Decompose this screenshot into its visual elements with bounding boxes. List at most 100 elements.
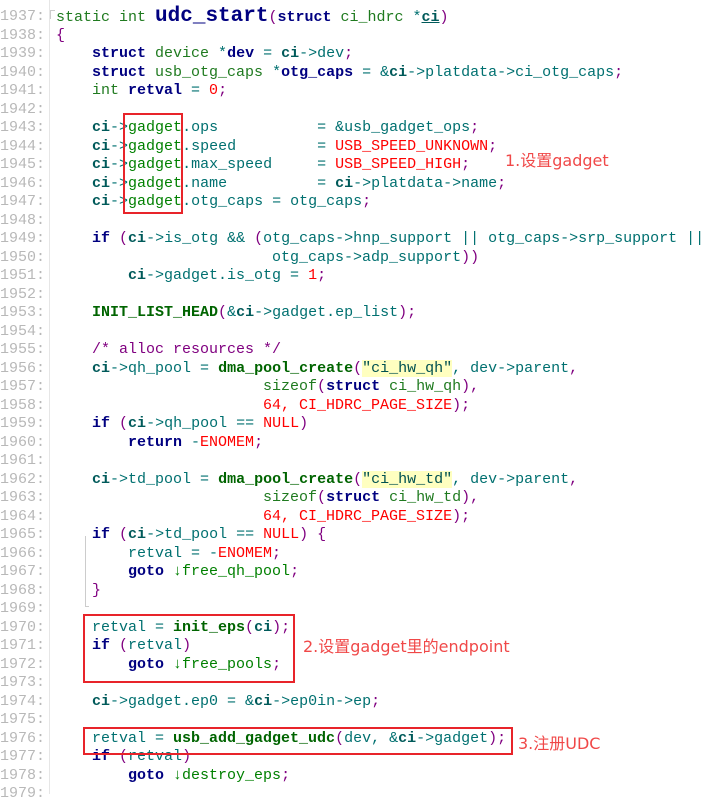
code-token: .ops = &usb_gadget_ops (182, 119, 471, 136)
code-token: ci_hw_td (380, 489, 462, 506)
code-token: { (56, 26, 66, 44)
code-token: ( (110, 415, 129, 432)
code-text: goto ↓free_qh_pool; (56, 563, 299, 582)
code-token: goto (128, 563, 165, 580)
code-text: goto ↓destroy_eps; (56, 767, 290, 786)
code-token: 1 (308, 267, 318, 284)
code-text: ci->gadget.otg_caps = otg_caps; (56, 193, 371, 212)
code-token: ; (461, 156, 471, 173)
code-token: ( (110, 526, 129, 543)
code-token: ENOMEM (200, 433, 255, 451)
code-line[interactable]: 1963: sizeof(struct ci_hw_td), (0, 489, 709, 508)
code-token: sizeof (56, 378, 318, 395)
code-token: * (218, 45, 228, 62)
code-token: ->is_otg && (146, 230, 255, 247)
code-line[interactable]: 1960: return -ENOMEM; (0, 434, 709, 453)
code-token: ->gadget.is_otg = (146, 267, 309, 284)
code-line[interactable]: 1939: struct device *dev = ci->dev; (0, 45, 709, 64)
code-token: ; (281, 766, 291, 784)
code-line[interactable]: 1967: goto ↓free_qh_pool; (0, 563, 709, 582)
code-line[interactable]: 1942: (0, 101, 709, 120)
line-number: 1964: (0, 507, 46, 525)
code-line[interactable]: 1948: (0, 212, 709, 231)
code-line[interactable]: 1938: { (0, 27, 709, 46)
code-token: ci (92, 156, 111, 173)
code-token: usb_otg_caps (146, 63, 273, 81)
code-line[interactable]: 1949: if (ci->is_otg && (otg_caps->hnp_s… (0, 230, 709, 249)
code-line[interactable]: 1978: goto ↓destroy_eps; (0, 767, 709, 786)
code-token: INIT_LIST_HEAD (92, 304, 219, 321)
line-number: 1970: (0, 618, 46, 636)
annotation-2: 2.设置gadget里的endpoint (303, 637, 510, 656)
code-text: struct device *dev = ci->dev; (56, 45, 353, 64)
code-text: /* alloc resources */ (56, 341, 281, 360)
code-text: 64, CI_HDRC_PAGE_SIZE); (56, 508, 470, 527)
code-line[interactable]: 1965: if (ci->td_pool == NULL) { (0, 526, 709, 545)
code-text: ci->gadget.is_otg = 1; (56, 267, 326, 286)
code-text: retval = -ENOMEM; (56, 545, 281, 564)
code-line[interactable]: 1950: otg_caps->adp_support)) (0, 249, 709, 268)
code-line[interactable]: 1946: ci->gadget.name = ci->platdata->na… (0, 175, 709, 194)
code-line[interactable]: 1961: (0, 452, 709, 471)
code-line[interactable]: 1953: INIT_LIST_HEAD(&ci->gadget.ep_list… (0, 304, 709, 323)
code-token: retval = - (56, 544, 219, 562)
code-line[interactable]: 1954: (0, 323, 709, 342)
code-line[interactable]: 1937: static int udc_start(struct ci_hdrc… (0, 5, 709, 28)
code-token: ) (439, 9, 449, 26)
code-token: ci (92, 470, 111, 488)
code-line[interactable]: 1943: ci->gadget.ops = &usb_gadget_ops; (0, 119, 709, 138)
line-number: 1937: (0, 8, 46, 25)
code-token: ci (128, 230, 147, 247)
code-line[interactable]: 1979: (0, 785, 709, 804)
code-line[interactable]: 1952: (0, 286, 709, 305)
code-token: ci (281, 45, 300, 62)
code-text: if (ci->td_pool == NULL) { (56, 526, 326, 545)
code-line[interactable]: 1947: ci->gadget.otg_caps = otg_caps; (0, 193, 709, 212)
line-number: 1969: (0, 600, 46, 617)
code-token: udc_start (155, 5, 269, 28)
code-line[interactable]: 1941: int retval = 0; (0, 82, 709, 101)
code-line[interactable]: 1957: sizeof(struct ci_hw_qh), (0, 378, 709, 397)
annotation-1: 1.设置gadget (505, 151, 609, 170)
line-number: 1968: (0, 581, 46, 599)
code-line[interactable]: 1958: 64, CI_HDRC_PAGE_SIZE); (0, 397, 709, 416)
code-line[interactable]: 1966: retval = -ENOMEM; (0, 545, 709, 564)
code-token: .speed = (182, 137, 336, 155)
code-token: ->platdata->ci_otg_caps (407, 63, 615, 81)
code-token: ci (92, 692, 111, 710)
code-token: ; (488, 137, 498, 155)
line-number: 1979: (0, 785, 46, 802)
code-line[interactable]: 1964: 64, CI_HDRC_PAGE_SIZE); (0, 508, 709, 527)
code-line[interactable]: 1974: ci->gadget.ep0 = &ci->ep0in->ep; (0, 693, 709, 712)
code-token: ( (317, 489, 327, 506)
code-line[interactable]: 1956: ci->qh_pool = dma_pool_create("ci_… (0, 359, 709, 379)
code-token: ci (92, 119, 111, 136)
code-token: , (569, 470, 579, 488)
code-token: , (569, 359, 579, 377)
code-line[interactable]: 1968: } (0, 582, 709, 601)
code-line[interactable]: 1951: ci->gadget.is_otg = 1; (0, 267, 709, 286)
code-token: = (182, 82, 210, 99)
line-number: 1963: (0, 489, 46, 506)
code-line[interactable]: 1962: ci->td_pool = dma_pool_create("ci_… (0, 470, 709, 490)
code-token: ; (344, 45, 354, 62)
code-line[interactable]: 1959: if (ci->qh_pool == NULL) (0, 415, 709, 434)
code-token: .name = (182, 174, 336, 192)
code-text: if (ci->is_otg && (otg_caps->hnp_support… (56, 230, 704, 249)
code-token: ->qh_pool == (146, 415, 264, 432)
line-number: 1951: (0, 267, 46, 284)
code-editor[interactable]: 1937: static int udc_start(struct ci_hdrc… (0, 5, 709, 804)
annotation-3: 3.注册UDC (518, 734, 601, 753)
code-line[interactable]: 1955: /* alloc resources */ (0, 341, 709, 360)
code-line[interactable]: 1940: struct usb_otg_caps *otg_caps = &c… (0, 64, 709, 83)
code-token: ci (92, 359, 111, 377)
